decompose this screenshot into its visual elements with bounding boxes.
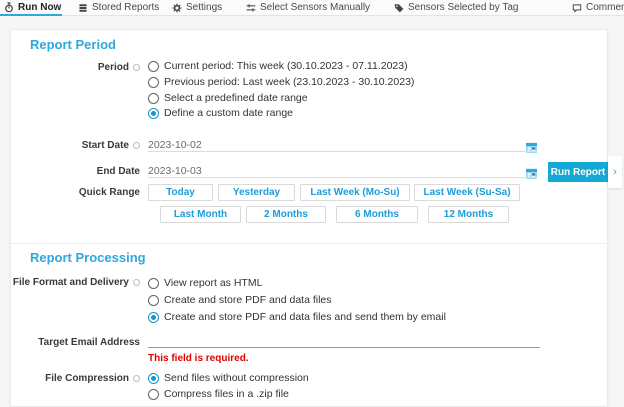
radio-label: Current period: This week (30.10.2023 - … <box>164 60 408 72</box>
radio-zip-compression[interactable]: Compress files in a .zip file <box>148 387 289 401</box>
quick-range-today-button[interactable]: Today <box>148 184 213 201</box>
radio-icon <box>148 93 159 104</box>
quick-range-6-months-button[interactable]: 6 Months <box>336 206 418 223</box>
radio-no-compression[interactable]: Send files without compression <box>148 371 309 385</box>
radio-period-previous-week[interactable]: Previous period: Last week (23.10.2023 -… <box>148 75 414 89</box>
tab-settings[interactable]: Settings <box>172 0 222 15</box>
validation-error-message: This field is required. <box>148 353 249 364</box>
quick-range-label: Quick Range <box>30 186 140 199</box>
section-divider <box>11 243 607 244</box>
tag-icon <box>394 3 404 13</box>
start-date-underline <box>148 151 537 152</box>
label-text: Quick Range <box>79 187 140 198</box>
radio-label: Send files without compression <box>164 372 309 384</box>
stopwatch-icon <box>4 2 14 13</box>
info-icon[interactable] <box>133 279 140 286</box>
tab-label: Sensors Selected by Tag <box>408 2 518 13</box>
run-report-button[interactable]: Run Report <box>548 162 608 182</box>
radio-icon <box>148 295 159 306</box>
target-email-input[interactable] <box>148 334 540 347</box>
tab-stored-reports[interactable]: Stored Reports <box>78 0 159 15</box>
tab-label: Settings <box>186 2 222 13</box>
info-icon[interactable] <box>133 375 140 382</box>
end-date-label: End Date <box>30 165 140 178</box>
chevron-right-icon: › <box>613 166 617 178</box>
tab-run-now[interactable]: Run Now <box>4 0 61 15</box>
quick-range-12-months-button[interactable]: 12 Months <box>428 206 509 223</box>
radio-label: View report as HTML <box>164 277 262 289</box>
calendar-icon[interactable] <box>526 166 537 184</box>
tab-label: Comments <box>586 2 624 13</box>
label-text: File Format and Delivery <box>13 277 129 288</box>
sliders-icon <box>246 3 256 13</box>
radio-label: Previous period: Last week (23.10.2023 -… <box>164 76 414 88</box>
radio-label: Create and store PDF and data files <box>164 294 332 306</box>
radio-period-current-week[interactable]: Current period: This week (30.10.2023 - … <box>148 59 408 73</box>
radio-icon-selected <box>148 373 159 384</box>
label-text: Start Date <box>82 140 129 151</box>
radio-label: Create and store PDF and data files and … <box>164 311 446 323</box>
report-processing-heading: Report Processing <box>30 250 146 265</box>
end-date-input[interactable] <box>148 164 518 177</box>
quick-range-2-months-button[interactable]: 2 Months <box>246 206 326 223</box>
tab-label: Select Sensors Manually <box>260 2 370 13</box>
info-icon[interactable] <box>133 142 140 149</box>
quick-range-last-month-button[interactable]: Last Month <box>160 206 241 223</box>
radio-store-pdf-data[interactable]: Create and store PDF and data files <box>148 293 332 307</box>
tab-select-sensors-manually[interactable]: Select Sensors Manually <box>246 0 370 15</box>
radio-icon <box>148 278 159 289</box>
radio-label: Compress files in a .zip file <box>164 388 289 400</box>
radio-view-report-html[interactable]: View report as HTML <box>148 276 262 290</box>
calendar-icon[interactable] <box>526 140 537 158</box>
radio-icon <box>148 77 159 88</box>
active-tab-indicator <box>0 14 62 16</box>
quick-range-last-week-mo-su-button[interactable]: Last Week (Mo-Su) <box>300 184 410 201</box>
radio-label: Define a custom date range <box>164 107 293 119</box>
radio-icon <box>148 389 159 400</box>
label-text: Period <box>98 62 129 73</box>
radio-period-predefined-range[interactable]: Select a predefined date range <box>148 91 308 105</box>
radio-icon-selected <box>148 312 159 323</box>
radio-store-pdf-data-email[interactable]: Create and store PDF and data files and … <box>148 310 446 324</box>
radio-icon-selected <box>148 108 159 119</box>
tab-comments[interactable]: Comments <box>572 0 624 15</box>
tab-label: Run Now <box>18 2 61 13</box>
radio-label: Select a predefined date range <box>164 92 308 104</box>
info-icon[interactable] <box>133 64 140 71</box>
database-icon <box>78 3 88 13</box>
file-compression-label: File Compression <box>30 372 140 385</box>
radio-period-custom-range[interactable]: Define a custom date range <box>148 106 293 120</box>
tab-bar: Run Now Stored Reports Settings Select S… <box>0 0 624 16</box>
start-date-input[interactable] <box>148 138 518 151</box>
target-email-label: Target Email Address <box>30 336 140 349</box>
file-format-label: File Format and Delivery <box>30 276 140 289</box>
panel-collapse-handle[interactable]: › <box>608 156 622 188</box>
comment-icon <box>572 3 582 13</box>
end-date-underline <box>148 177 537 178</box>
tab-label: Stored Reports <box>92 2 159 13</box>
label-text: End Date <box>97 166 140 177</box>
gear-icon <box>172 3 182 13</box>
report-period-heading: Report Period <box>30 37 116 52</box>
label-text: Target Email Address <box>38 337 140 348</box>
quick-range-last-week-su-sa-button[interactable]: Last Week (Su-Sa) <box>414 184 520 201</box>
period-label: Period <box>30 61 140 74</box>
target-email-error-underline <box>148 347 540 348</box>
label-text: File Compression <box>45 373 129 384</box>
tab-sensors-selected-by-tag[interactable]: Sensors Selected by Tag <box>394 0 518 15</box>
start-date-label: Start Date <box>30 139 140 152</box>
radio-icon <box>148 61 159 72</box>
quick-range-yesterday-button[interactable]: Yesterday <box>218 184 295 201</box>
